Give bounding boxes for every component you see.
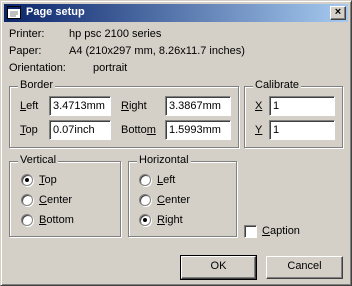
radio-button[interactable] [21, 174, 33, 186]
vertical-legend: Vertical [18, 154, 59, 166]
vertical-center-radio[interactable]: Center [21, 194, 101, 208]
vertical-top-label: Top [39, 174, 57, 186]
orientation-value: portrait [93, 62, 128, 74]
vertical-center-label: Center [39, 194, 73, 206]
ok-button[interactable]: OK [180, 255, 257, 280]
close-button[interactable]: × [330, 6, 346, 20]
caption-checkbox[interactable]: Caption [244, 225, 314, 239]
caption-label: Caption [262, 225, 300, 237]
vertical-bottom-label: Bottom [39, 214, 74, 226]
border-legend: Border [18, 79, 56, 91]
calibrate-y-field[interactable] [269, 120, 335, 140]
title-bar[interactable]: Page setup × [4, 4, 348, 22]
calibrate-x-label: X [255, 100, 263, 112]
calibrate-y-label: Y [255, 124, 263, 136]
vertical-bottom-radio[interactable]: Bottom [21, 214, 101, 228]
horizontal-right-label: Right [157, 214, 183, 226]
calibrate-x-field[interactable] [269, 96, 335, 116]
radio-button[interactable] [21, 214, 33, 226]
vertical-top-radio[interactable]: Top [21, 174, 101, 188]
horizontal-left-radio[interactable]: Left [139, 174, 219, 188]
left-margin-label: Left [20, 100, 39, 112]
orientation-label: Orientation: [9, 62, 66, 74]
right-margin-label: Right [121, 100, 147, 112]
window-title: Page setup [26, 6, 85, 18]
radio-button[interactable] [139, 174, 151, 186]
horizontal-center-label: Center [157, 194, 191, 206]
page-setup-dialog: Page setup × Printer: hp psc 2100 series… [0, 0, 352, 286]
cancel-button[interactable]: Cancel [266, 256, 343, 279]
radio-button[interactable] [139, 214, 151, 226]
left-margin-field[interactable] [49, 96, 111, 116]
paper-value: A4 (210x297 mm, 8.26x11.7 inches) [69, 45, 245, 57]
printer-icon [7, 6, 21, 19]
radio-button[interactable] [139, 194, 151, 206]
right-margin-field[interactable] [165, 96, 231, 116]
close-icon: × [334, 6, 342, 18]
horizontal-left-label: Left [157, 174, 176, 186]
top-margin-label: Top [20, 124, 38, 136]
checkbox[interactable] [244, 225, 257, 238]
paper-label: Paper: [9, 45, 42, 57]
horizontal-center-radio[interactable]: Center [139, 194, 219, 208]
bottom-margin-field[interactable] [165, 120, 231, 140]
radio-button[interactable] [21, 194, 33, 206]
printer-label: Printer: [9, 28, 45, 40]
horizontal-right-radio[interactable]: Right [139, 214, 219, 228]
top-margin-field[interactable] [49, 120, 111, 140]
calibrate-legend: Calibrate [253, 79, 302, 91]
bottom-margin-label: Bottom [121, 124, 156, 136]
horizontal-legend: Horizontal [137, 154, 191, 166]
printer-value: hp psc 2100 series [69, 28, 162, 40]
